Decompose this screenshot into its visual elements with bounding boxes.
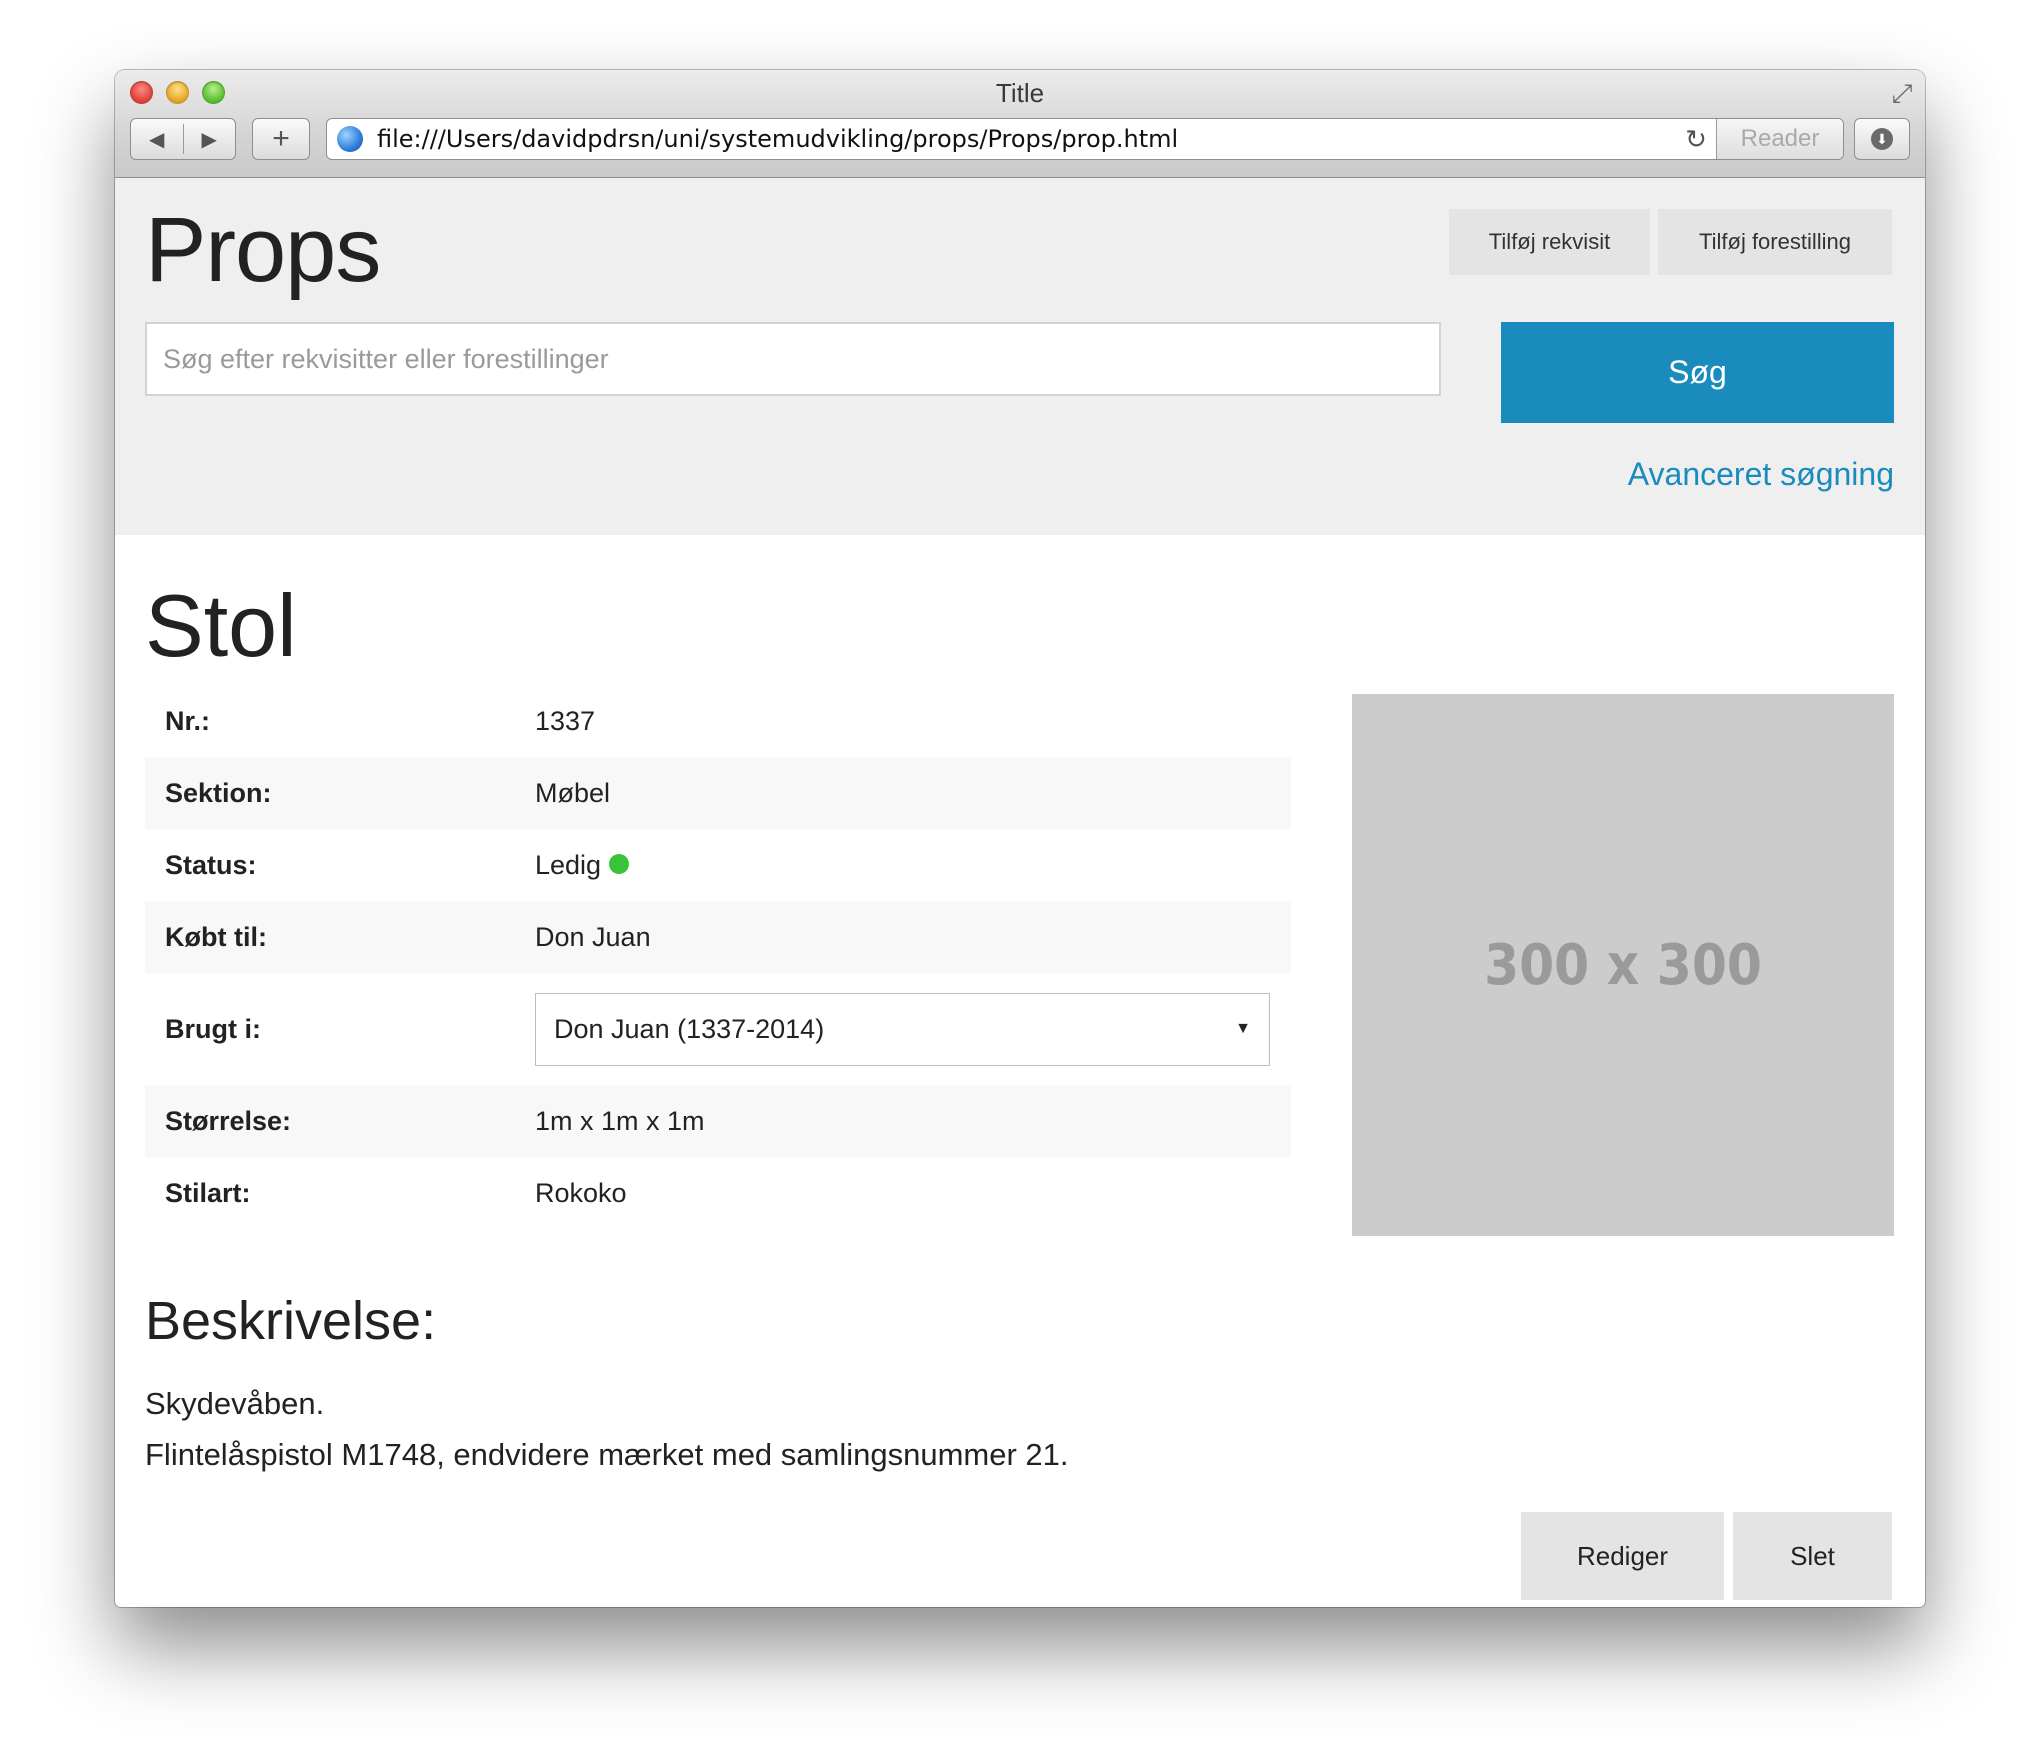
description-heading: Beskrivelse:: [145, 1291, 437, 1351]
description-line: Flintelåspistol M1748, endvidere mærket …: [145, 1437, 1069, 1472]
description-line: Skydevåben.: [145, 1386, 325, 1421]
delete-button[interactable]: Slet: [1733, 1512, 1892, 1600]
table-row: Størrelse: 1m x 1m x 1m: [145, 1085, 1291, 1157]
add-prop-button[interactable]: Tilføj rekvisit: [1449, 209, 1650, 275]
row-value: Møbel: [515, 757, 1291, 829]
globe-icon: [337, 126, 363, 152]
row-value: 1m x 1m x 1m: [515, 1085, 1291, 1157]
reader-button[interactable]: Reader: [1716, 119, 1843, 159]
used-in-select[interactable]: Don Juan (1337-2014) ▼: [535, 992, 1270, 1066]
table-row: Købt til: Don Juan: [145, 901, 1291, 973]
row-label: Stilart:: [165, 1177, 251, 1208]
page-title: Stol: [145, 576, 297, 675]
site-brand[interactable]: Props: [145, 198, 381, 303]
row-label: Sektion:: [145, 757, 515, 829]
row-value: Rokoko: [535, 1177, 627, 1208]
row-label: Status:: [165, 849, 257, 880]
downloads-button[interactable]: ⬇: [1854, 118, 1910, 160]
browser-window: Title ⤢ ◀ ▶ + file:///Users/davidpdrsn/u…: [115, 70, 1925, 1607]
browser-toolbar: ◀ ▶ + file:///Users/davidpdrsn/uni/syste…: [130, 118, 1910, 162]
search-button[interactable]: Søg: [1501, 322, 1894, 423]
download-icon: ⬇: [1871, 128, 1893, 150]
row-label: Størrelse:: [145, 1085, 515, 1157]
new-tab-button[interactable]: +: [252, 118, 310, 160]
table-row: Status: Ledig: [145, 829, 1291, 901]
back-icon[interactable]: ◀: [131, 127, 183, 152]
fullscreen-icon[interactable]: ⤢: [1887, 78, 1917, 108]
edit-button[interactable]: Rediger: [1521, 1512, 1724, 1600]
row-label: Købt til:: [145, 901, 515, 973]
url-text[interactable]: file:///Users/davidpdrsn/uni/systemudvik…: [377, 125, 1676, 153]
prop-image-placeholder: 300 x 300: [1352, 694, 1894, 1236]
title-bar: Title ⤢ ◀ ▶ + file:///Users/davidpdrsn/u…: [115, 70, 1925, 178]
row-label: Brugt i:: [165, 1013, 261, 1044]
site-header: Props Tilføj rekvisit Tilføj forestillin…: [115, 178, 1925, 535]
prop-attributes-table: Nr.: 1337 Sektion: Møbel Status: Ledig K…: [145, 685, 1291, 1229]
add-show-button[interactable]: Tilføj forestilling: [1658, 209, 1892, 275]
row-value: 1337: [535, 705, 596, 736]
address-bar[interactable]: file:///Users/davidpdrsn/uni/systemudvik…: [326, 118, 1844, 160]
caret-down-icon: ▼: [1235, 1020, 1251, 1037]
nav-buttons: ◀ ▶: [130, 118, 236, 160]
row-value: Don Juan: [515, 901, 1291, 973]
reload-icon[interactable]: ↻: [1676, 124, 1716, 155]
table-row: Nr.: 1337: [145, 685, 1291, 757]
status-indicator-icon: [609, 854, 630, 875]
table-row: Brugt i: Don Juan (1337-2014) ▼: [145, 973, 1291, 1085]
table-row: Stilart: Rokoko: [145, 1157, 1291, 1229]
table-row: Sektion: Møbel: [145, 757, 1291, 829]
status-cell: Ledig: [515, 829, 1291, 901]
page-content: Props Tilføj rekvisit Tilføj forestillin…: [115, 178, 1925, 1607]
used-in-selected-value: Don Juan (1337-2014): [554, 1013, 825, 1044]
forward-icon[interactable]: ▶: [184, 127, 236, 152]
image-placeholder-label: 300 x 300: [1484, 932, 1762, 998]
window-title: Title: [995, 78, 1045, 108]
row-label: Nr.:: [165, 705, 211, 736]
search-input[interactable]: [145, 322, 1441, 396]
description-text: Skydevåben. Flintelåspistol M1748, endvi…: [145, 1378, 1069, 1480]
status-value: Ledig: [535, 849, 602, 880]
used-in-cell: Don Juan (1337-2014) ▼: [515, 973, 1291, 1085]
advanced-search-link[interactable]: Avanceret søgning: [1628, 456, 1894, 493]
